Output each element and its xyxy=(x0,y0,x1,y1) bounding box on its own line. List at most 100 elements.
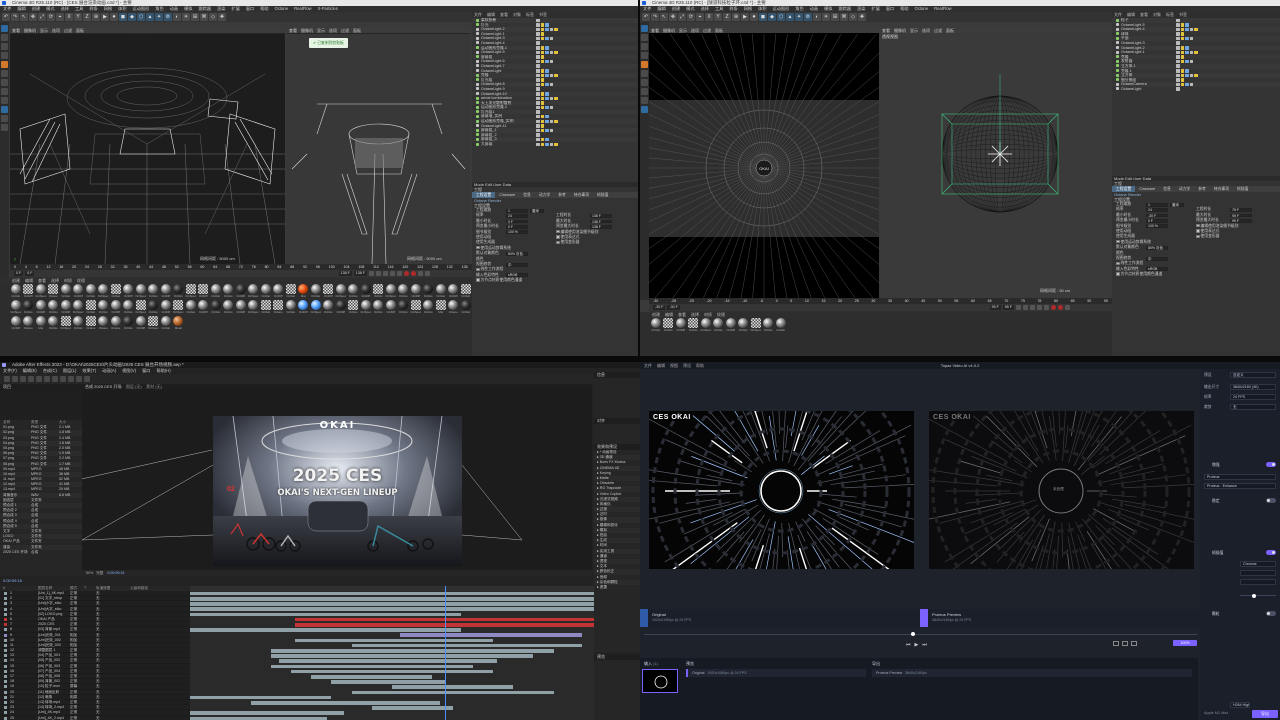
material-swatch[interactable]: OctDiff xyxy=(23,284,35,299)
preview-file-bar[interactable]: Proteus Preview 3840x2160px @ 24 FPS xyxy=(920,609,1200,627)
playhead[interactable] xyxy=(445,586,446,720)
polygons-mode-icon-2[interactable] xyxy=(641,97,648,104)
tag-icon[interactable] xyxy=(536,32,540,36)
material-swatch[interactable]: Octane xyxy=(85,316,97,331)
attr-field[interactable]: sRGB xyxy=(506,273,528,278)
material-swatch[interactable]: OctSpec xyxy=(248,300,260,315)
material-swatch[interactable]: Octane xyxy=(48,284,60,299)
toolbar-button-icon[interactable]: ⊕ xyxy=(732,13,740,21)
tag-icon[interactable] xyxy=(1176,32,1180,36)
tag-icon[interactable] xyxy=(1185,27,1189,32)
layer-duration-bar[interactable] xyxy=(311,675,433,679)
toolbar-button-icon[interactable]: ⌘ xyxy=(200,13,208,21)
layer-color-label[interactable] xyxy=(4,716,7,720)
material-swatch[interactable]: OctGlo xyxy=(173,284,185,299)
quality-dropdown[interactable]: 完整 xyxy=(96,571,103,575)
tag-icon[interactable] xyxy=(540,78,544,82)
tag-icon[interactable] xyxy=(1180,36,1184,41)
enhance-sub-dropdown[interactable]: Proteus · Enhance xyxy=(1204,483,1276,489)
layer-color-label[interactable] xyxy=(4,628,7,632)
tag-icon[interactable] xyxy=(549,73,553,78)
tag-icon[interactable] xyxy=(540,82,544,87)
object-tab[interactable]: 编辑 xyxy=(487,12,495,17)
tag-icon[interactable] xyxy=(536,46,540,50)
setting-value[interactable]: 24 FPS xyxy=(1230,394,1276,400)
toolbar-button-icon[interactable]: Z xyxy=(723,13,731,21)
tag-icon[interactable] xyxy=(1176,87,1180,91)
layer-color-label[interactable] xyxy=(4,617,7,621)
viewport-menu-item[interactable]: 摄像机 xyxy=(663,28,675,33)
motion-path-icon[interactable] xyxy=(425,271,430,276)
tag-icon[interactable] xyxy=(536,23,540,27)
workplane-icon[interactable] xyxy=(1,115,8,122)
model-mode-icon-2[interactable] xyxy=(641,70,648,77)
material-swatch[interactable]: OctGlo xyxy=(223,300,235,315)
attr-field[interactable]: 100 % xyxy=(506,230,528,235)
checkbox[interactable] xyxy=(1116,261,1120,266)
tag-icon[interactable] xyxy=(545,23,549,27)
layer-duration-bar[interactable] xyxy=(270,649,554,653)
layer-duration-bar[interactable] xyxy=(331,680,445,684)
checkbox[interactable] xyxy=(1196,223,1200,228)
attr-tab[interactable]: 帧插值 xyxy=(593,192,612,198)
toolbar-button-icon[interactable]: ⌖ xyxy=(56,13,64,21)
material-swatch[interactable]: OctGlo xyxy=(160,316,172,331)
enhance-model-dropdown[interactable]: Proteus xyxy=(1204,474,1276,480)
tag-icon[interactable] xyxy=(540,36,544,41)
layer-color-label[interactable] xyxy=(4,597,7,601)
material-swatch[interactable]: OctDiff xyxy=(323,284,335,299)
attr-field-2[interactable]: 78 F xyxy=(1230,208,1252,212)
tag-icon[interactable] xyxy=(1176,46,1180,50)
points-mode-icon-2[interactable] xyxy=(641,79,648,86)
grain-toggle[interactable] xyxy=(1266,611,1276,616)
tag-icon[interactable] xyxy=(549,128,553,133)
ae-timeline[interactable]: 0:00:09:15 # 图层名称 模式 T 轨道遮罩 父级和链接 1 [Unt_1]_4K… xyxy=(0,576,594,720)
interp-slider-thumb[interactable] xyxy=(1252,593,1256,598)
rotate-tool-icon[interactable] xyxy=(1,43,8,50)
hand-icon[interactable] xyxy=(20,376,26,382)
render-icon[interactable] xyxy=(1,61,8,68)
material-swatch[interactable]: OctGlo xyxy=(10,284,22,299)
checkbox[interactable] xyxy=(556,229,560,234)
frame-end-field-2[interactable]: 138 F xyxy=(353,271,367,276)
layer-duration-bar[interactable] xyxy=(190,591,594,596)
autokey-icon-2[interactable] xyxy=(1058,305,1063,310)
layer-color-label[interactable] xyxy=(4,643,7,647)
material-swatch[interactable]: OctDiff xyxy=(448,284,460,299)
material-swatch[interactable]: Octane xyxy=(110,316,122,331)
attr-field-2[interactable]: 138 F xyxy=(590,224,612,229)
material-swatch[interactable]: OctDiff xyxy=(273,284,285,299)
setting-value[interactable]: 3840x2160 (4K) xyxy=(1230,384,1276,390)
render-icon-2[interactable] xyxy=(641,61,648,68)
material-swatch[interactable]: OctGlo xyxy=(110,284,122,299)
attr-tab[interactable]: 帧插值 xyxy=(1233,186,1252,192)
layer-color-label[interactable] xyxy=(4,685,7,689)
tag-icon[interactable] xyxy=(540,27,544,32)
tag-icon[interactable] xyxy=(536,55,540,59)
material-swatch[interactable]: OctGlo xyxy=(285,284,297,299)
toolbar-button-icon[interactable]: ⟳ xyxy=(47,13,55,21)
tag-icon[interactable] xyxy=(545,96,549,101)
c4d-right-viewport-perspective[interactable]: 查看 摄像机 显示 选项 过滤 面板 透视视图 网格间距 : 50 cm xyxy=(880,28,1112,298)
material-swatch[interactable]: OctGlo xyxy=(185,300,197,315)
layer-duration-bar[interactable] xyxy=(250,701,441,705)
object-tab[interactable]: 标签 xyxy=(526,12,534,17)
setting-value[interactable]: 无 xyxy=(1230,404,1276,410)
material-swatch[interactable]: OctDiff xyxy=(160,300,172,315)
material-swatch[interactable]: OctGlo xyxy=(460,300,472,315)
tag-icon[interactable] xyxy=(1189,27,1193,32)
viewport-menu-item[interactable]: 选项 xyxy=(52,28,60,33)
last-frame-icon[interactable] xyxy=(397,271,402,276)
tag-icon[interactable] xyxy=(1176,69,1180,73)
material-swatch[interactable]: OctGlo xyxy=(763,318,775,333)
interp-slider[interactable] xyxy=(1240,593,1276,598)
tag-icon[interactable] xyxy=(1176,23,1180,27)
tag-icon[interactable] xyxy=(536,137,540,142)
next-frame-icon[interactable]: ⏭ xyxy=(922,642,927,648)
tag-icon[interactable] xyxy=(540,105,544,110)
attr-field[interactable]: 24 xyxy=(506,214,528,218)
tag-icon[interactable] xyxy=(554,73,558,78)
toolbar-button-icon[interactable]: ✚ xyxy=(858,13,866,21)
tag-icon[interactable] xyxy=(1185,46,1189,50)
attr-tab[interactable]: 动力学 xyxy=(1175,186,1194,192)
